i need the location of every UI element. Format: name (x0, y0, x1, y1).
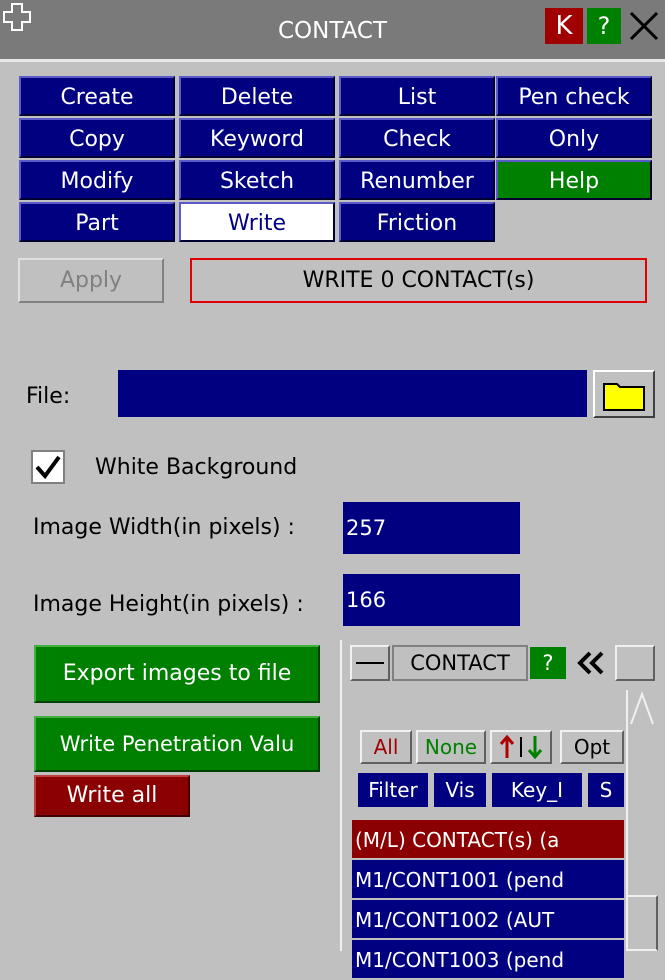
folder-icon[interactable] (593, 370, 655, 418)
action-only-button[interactable]: Only (496, 118, 652, 158)
select-all-button[interactable]: All (360, 730, 412, 764)
action-modify-button[interactable]: Modify (19, 160, 175, 200)
file-input[interactable] (118, 370, 587, 417)
list-item[interactable]: (M/L) CONTACT(s) (a (352, 820, 624, 860)
list-item[interactable]: M1/CONT1003 (pend (352, 940, 624, 980)
subpanel-help-button[interactable]: ? (530, 647, 566, 679)
action-list-button[interactable]: List (339, 76, 495, 116)
sort-arrows-icon[interactable] (490, 730, 552, 764)
vis-button[interactable]: Vis (434, 773, 486, 807)
action-write-button[interactable]: Write (179, 202, 335, 242)
image-width-input[interactable]: 257 (343, 502, 520, 554)
select-none-button[interactable]: None (416, 730, 486, 764)
subpanel-maximize-button[interactable] (615, 645, 655, 681)
scroll-thumb[interactable] (626, 895, 658, 951)
keyword-k-button[interactable]: K (545, 8, 583, 44)
list-scrollbar[interactable] (626, 690, 658, 951)
write-penetration-button[interactable]: Write Penetration Valu (34, 716, 320, 772)
action-pen-check-button[interactable]: Pen check (496, 76, 652, 116)
apply-button[interactable]: Apply (18, 258, 164, 303)
list-item[interactable]: M1/CONT1001 (pend (352, 860, 624, 900)
image-width-label: Image Width(in pixels) : (33, 515, 295, 540)
status-box: WRITE 0 CONTACT(s) (190, 258, 647, 303)
double-chevron-left-icon[interactable] (570, 647, 612, 679)
action-keyword-button[interactable]: Keyword (179, 118, 335, 158)
list-item[interactable]: M1/CONT1002 (AUT (352, 900, 624, 940)
window-help-button[interactable]: ? (587, 8, 621, 44)
file-label: File: (26, 384, 71, 409)
s-button[interactable]: S (588, 773, 624, 807)
title-bar: CONTACT K ? (0, 0, 665, 62)
white-background-checkbox[interactable] (31, 450, 65, 484)
action-check-button[interactable]: Check (339, 118, 495, 158)
checkmark-icon (35, 455, 61, 480)
action-create-button[interactable]: Create (19, 76, 175, 116)
white-background-label: White Background (95, 455, 298, 480)
subpanel-title: CONTACT (392, 645, 528, 681)
action-friction-button[interactable]: Friction (339, 202, 495, 242)
image-height-label: Image Height(in pixels) : (33, 592, 304, 617)
action-copy-button[interactable]: Copy (19, 118, 175, 158)
action-sketch-button[interactable]: Sketch (179, 160, 335, 200)
write-all-button[interactable]: Write all (34, 775, 190, 817)
filter-button[interactable]: Filter (358, 773, 428, 807)
image-height-input[interactable]: 166 (343, 574, 520, 626)
subpanel-minimize-button[interactable] (350, 645, 390, 681)
minimize-icon (356, 662, 384, 664)
close-icon[interactable] (625, 8, 663, 44)
action-renumber-button[interactable]: Renumber (339, 160, 495, 200)
options-button[interactable]: Opt (560, 730, 624, 764)
export-images-button[interactable]: Export images to file (34, 645, 320, 703)
action-part-button[interactable]: Part (19, 202, 175, 242)
key-id-button[interactable]: Key_I (492, 773, 582, 807)
action-help-button[interactable]: Help (496, 160, 652, 200)
scroll-up-icon[interactable] (628, 690, 656, 730)
action-delete-button[interactable]: Delete (179, 76, 335, 116)
